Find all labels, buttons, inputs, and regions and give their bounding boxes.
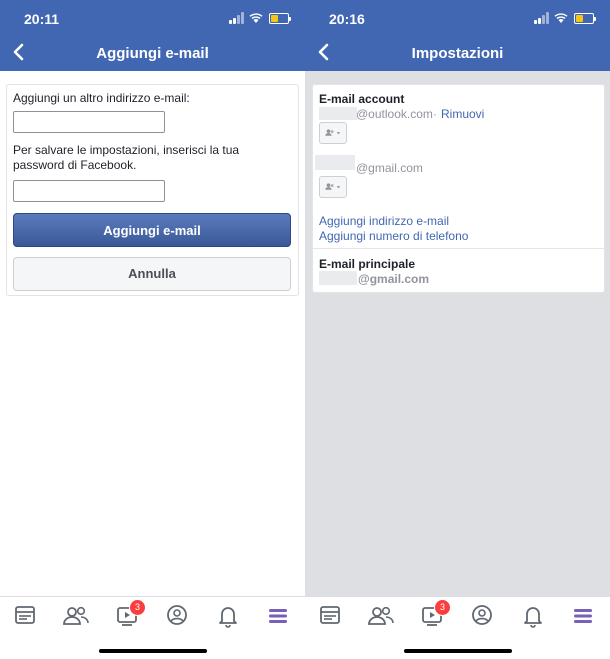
tab-feed[interactable] bbox=[313, 601, 347, 631]
tab-notifications[interactable] bbox=[516, 601, 550, 631]
nav-bar: 20:16 Impostazioni bbox=[305, 0, 610, 71]
status-icons bbox=[534, 12, 596, 24]
profile-icon bbox=[167, 605, 187, 625]
signal-bar bbox=[237, 15, 240, 24]
battery-level bbox=[576, 15, 583, 22]
menu-icon bbox=[574, 609, 592, 623]
audience-selector-icon bbox=[325, 129, 341, 136]
watch-badge: 3 bbox=[129, 599, 146, 616]
battery-level bbox=[271, 15, 278, 22]
menu-icon bbox=[269, 609, 287, 623]
tab-feed[interactable] bbox=[8, 601, 42, 631]
add-email-label: Aggiungi un altro indirizzo e-mail: bbox=[13, 91, 190, 105]
wifi-icon bbox=[554, 13, 568, 23]
signal-bar bbox=[546, 12, 549, 24]
watch-badge: 3 bbox=[434, 599, 451, 616]
audience-selector-icon bbox=[325, 183, 341, 190]
divider bbox=[313, 248, 604, 249]
friends-icon bbox=[63, 606, 89, 625]
separator-dot: · bbox=[433, 107, 437, 121]
primary-email-value[interactable]: @gmail.com bbox=[358, 272, 429, 286]
tab-friends[interactable] bbox=[364, 601, 398, 631]
tab-profile[interactable] bbox=[160, 601, 194, 631]
outlook-email: @outlook.com bbox=[356, 107, 433, 121]
signal-bar bbox=[241, 12, 244, 24]
tab-profile[interactable] bbox=[465, 601, 499, 631]
wifi-icon bbox=[249, 13, 263, 23]
redacted-username bbox=[319, 107, 357, 120]
audience-selector-outlook[interactable] bbox=[319, 122, 347, 144]
friends-icon bbox=[368, 606, 394, 625]
notifications-icon bbox=[524, 607, 542, 628]
add-phone-link[interactable]: Aggiungi numero di telefono bbox=[319, 229, 468, 243]
status-time: 20:16 bbox=[329, 11, 365, 27]
redacted-username bbox=[319, 271, 357, 285]
add-email-button[interactable]: Aggiungi e-mail bbox=[13, 213, 291, 247]
password-label: Per salvare le impostazioni, inserisci l… bbox=[13, 143, 240, 172]
settings-screen: 20:16 Impostazioni E-mail account @outlo… bbox=[305, 0, 610, 659]
status-icons bbox=[229, 12, 291, 24]
email-input[interactable] bbox=[13, 111, 165, 133]
signal-bar bbox=[538, 18, 541, 24]
feed-icon bbox=[320, 606, 340, 624]
add-email-screen: 20:11 Aggiungi e-mail Aggiungi un altro … bbox=[0, 0, 305, 659]
tab-friends[interactable] bbox=[59, 601, 93, 631]
audience-selector-gmail[interactable] bbox=[319, 176, 347, 198]
redacted-username bbox=[315, 155, 355, 170]
email-settings-card: E-mail account @outlook.com · Rimuovi @g… bbox=[312, 84, 605, 293]
add-email-form: Aggiungi un altro indirizzo e-mail: Per … bbox=[6, 84, 299, 296]
battery-icon bbox=[269, 13, 291, 24]
remove-link[interactable]: Rimuovi bbox=[441, 107, 484, 121]
signal-icon bbox=[229, 20, 232, 24]
tab-notifications[interactable] bbox=[211, 601, 245, 631]
page-title: Aggiungi e-mail bbox=[96, 45, 209, 62]
nav-bar: 20:11 Aggiungi e-mail bbox=[0, 0, 305, 71]
password-input[interactable] bbox=[13, 180, 165, 202]
home-indicator bbox=[99, 649, 207, 653]
email-account-label: E-mail account bbox=[319, 92, 405, 106]
tab-menu[interactable] bbox=[566, 601, 600, 631]
page-title: Impostazioni bbox=[411, 45, 504, 62]
tab-menu[interactable] bbox=[261, 601, 295, 631]
home-indicator bbox=[404, 649, 512, 653]
feed-icon bbox=[15, 606, 35, 624]
bottom-tab-bar: 3 bbox=[0, 596, 305, 659]
gmail-email: @gmail.com bbox=[356, 161, 423, 175]
notifications-icon bbox=[219, 607, 237, 628]
primary-email-label: E-mail principale bbox=[319, 257, 416, 271]
profile-icon bbox=[472, 605, 492, 625]
cancel-button[interactable]: Annulla bbox=[13, 257, 291, 291]
add-email-link[interactable]: Aggiungi indirizzo e-mail bbox=[319, 214, 449, 228]
signal-icon bbox=[534, 20, 537, 24]
signal-bar bbox=[542, 15, 545, 24]
signal-bar bbox=[233, 18, 236, 24]
bottom-tab-bar: 3 bbox=[305, 596, 610, 659]
status-time: 20:11 bbox=[24, 11, 60, 27]
battery-icon bbox=[574, 13, 596, 24]
